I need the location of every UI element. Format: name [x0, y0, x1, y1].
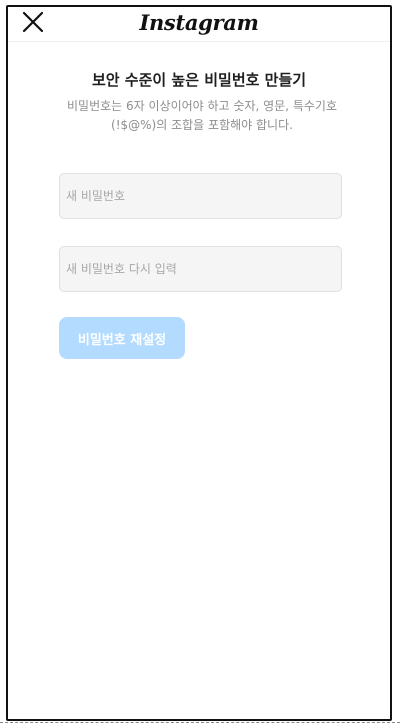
password-rules-text: 비밀번호는 6자 이상이어야 하고 숫자, 영문, 특수기호(!$@%)의 조합… — [67, 99, 337, 132]
instagram-logo: Instagram — [139, 10, 259, 35]
confirm-password-input[interactable] — [59, 246, 342, 292]
top-bar: Instagram — [8, 7, 390, 42]
app-window: Instagram 보안 수준이 높은 비밀번호 만들기 비밀번호는 6자 이상… — [6, 5, 392, 721]
reset-password-button[interactable]: 비밀번호 재설정 — [59, 317, 185, 359]
page-title: 보안 수준이 높은 비밀번호 만들기 — [91, 71, 307, 89]
new-password-input[interactable] — [59, 173, 342, 219]
bottom-dashed-divider — [0, 722, 400, 723]
